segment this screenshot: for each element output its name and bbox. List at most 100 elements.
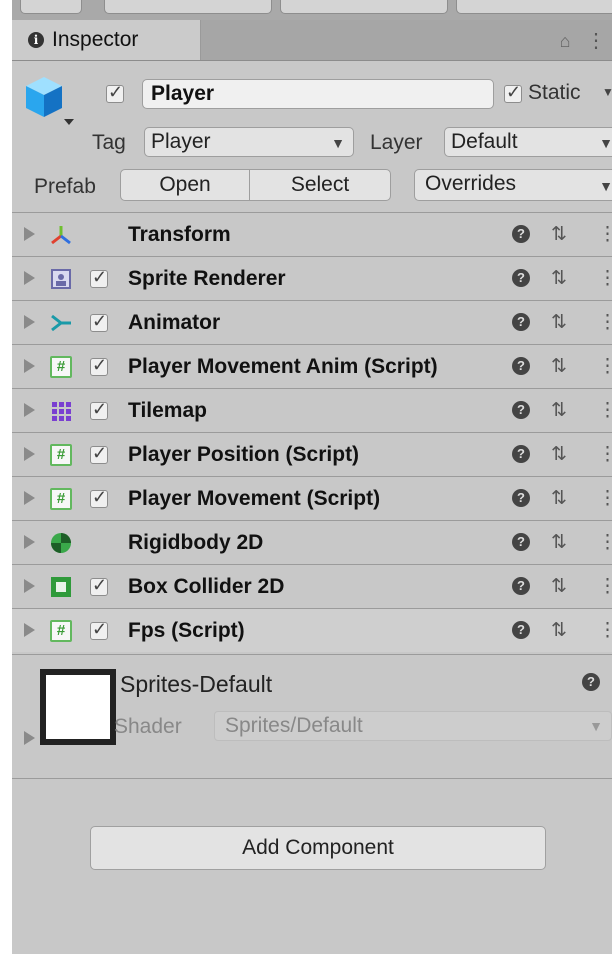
- transform-icon: [51, 226, 71, 245]
- help-icon[interactable]: ?: [512, 225, 530, 243]
- help-icon[interactable]: ?: [512, 621, 530, 639]
- layer-dropdown[interactable]: Default ▼: [444, 127, 612, 157]
- tab-controls: ⌂ ⋮: [560, 28, 606, 53]
- preset-icon[interactable]: ⇅: [551, 531, 567, 554]
- component-menu-icon[interactable]: ⋮: [598, 575, 612, 598]
- component-row-player-movement-anim[interactable]: # Player Movement Anim (Script) ? ⇅ ⋮: [12, 344, 612, 388]
- prefab-open-button[interactable]: Open: [120, 169, 250, 201]
- component-name: Animator: [128, 311, 221, 334]
- expand-arrow-icon[interactable]: [24, 623, 35, 637]
- component-menu-icon[interactable]: ⋮: [598, 223, 612, 246]
- component-menu-icon[interactable]: ⋮: [598, 267, 612, 290]
- preset-icon[interactable]: ⇅: [551, 619, 567, 642]
- preset-icon[interactable]: ⇅: [551, 399, 567, 422]
- enabled-checkbox[interactable]: [90, 575, 108, 596]
- component-menu-icon[interactable]: ⋮: [598, 355, 612, 378]
- material-name: Sprites-Default: [120, 671, 273, 697]
- add-component-button[interactable]: Add Component: [90, 826, 546, 870]
- enabled-checkbox[interactable]: [90, 355, 108, 376]
- help-icon[interactable]: ?: [512, 269, 530, 287]
- help-icon[interactable]: ?: [512, 489, 530, 507]
- prefab-label: Prefab: [34, 175, 96, 198]
- expand-arrow-icon[interactable]: [24, 271, 35, 285]
- info-icon: i: [28, 32, 44, 48]
- enabled-checkbox[interactable]: [90, 267, 108, 288]
- animator-icon: [51, 314, 71, 332]
- component-row-animator[interactable]: Animator ? ⇅ ⋮: [12, 300, 612, 344]
- expand-arrow-icon[interactable]: [24, 227, 35, 241]
- expand-arrow-icon[interactable]: [24, 731, 35, 745]
- component-row-fps[interactable]: # Fps (Script) ? ⇅ ⋮: [12, 608, 612, 652]
- component-menu-icon[interactable]: ⋮: [598, 619, 612, 642]
- enabled-checkbox[interactable]: [90, 443, 108, 464]
- component-row-player-movement[interactable]: # Player Movement (Script) ? ⇅ ⋮: [12, 476, 612, 520]
- help-icon[interactable]: ?: [512, 313, 530, 331]
- gameobject-header: Player Static ▼ Tag Player ▼ Layer Defau…: [12, 61, 612, 211]
- enabled-checkbox[interactable]: [90, 399, 108, 420]
- active-checkbox[interactable]: [106, 82, 124, 103]
- preset-icon[interactable]: ⇅: [551, 223, 567, 246]
- help-icon[interactable]: ?: [512, 401, 530, 419]
- static-checkbox[interactable]: [504, 82, 522, 103]
- component-row-box-collider-2d[interactable]: Box Collider 2D ? ⇅ ⋮: [12, 564, 612, 608]
- component-row-player-position[interactable]: # Player Position (Script) ? ⇅ ⋮: [12, 432, 612, 476]
- toolbar-button[interactable]: [104, 0, 272, 14]
- static-label[interactable]: Static: [528, 81, 581, 105]
- component-row-sprite-renderer[interactable]: Sprite Renderer ? ⇅ ⋮: [12, 256, 612, 300]
- toolbar-button[interactable]: [456, 0, 612, 14]
- gameobject-name-field[interactable]: Player: [142, 79, 494, 109]
- expand-arrow-icon[interactable]: [24, 579, 35, 593]
- help-icon[interactable]: ?: [582, 673, 600, 691]
- enabled-checkbox[interactable]: [90, 311, 108, 332]
- static-dropdown-icon[interactable]: ▼: [602, 85, 612, 99]
- preset-icon[interactable]: ⇅: [551, 267, 567, 290]
- enabled-checkbox[interactable]: [90, 619, 108, 640]
- component-row-tilemap[interactable]: Tilemap ? ⇅ ⋮: [12, 388, 612, 432]
- toolbar-button[interactable]: [20, 0, 82, 14]
- help-icon[interactable]: ?: [512, 357, 530, 375]
- shader-value: Sprites/Default: [225, 714, 363, 737]
- script-icon: #: [50, 488, 72, 510]
- component-menu-icon[interactable]: ⋮: [598, 487, 612, 510]
- preset-icon[interactable]: ⇅: [551, 575, 567, 598]
- component-row-transform[interactable]: Transform ? ⇅ ⋮: [12, 212, 612, 256]
- help-icon[interactable]: ?: [512, 577, 530, 595]
- chevron-down-icon: ▼: [599, 178, 612, 194]
- component-menu-icon[interactable]: ⋮: [598, 311, 612, 334]
- gameobject-cube-icon: [26, 77, 74, 125]
- toolbar-button[interactable]: [280, 0, 448, 14]
- component-list: Transform ? ⇅ ⋮ Sprite Renderer ? ⇅ ⋮: [12, 212, 612, 652]
- help-icon[interactable]: ?: [512, 445, 530, 463]
- component-name: Tilemap: [128, 399, 207, 422]
- expand-arrow-icon[interactable]: [24, 491, 35, 505]
- prefab-select-button[interactable]: Select: [249, 169, 391, 201]
- component-menu-icon[interactable]: ⋮: [598, 443, 612, 466]
- script-icon: #: [50, 620, 72, 642]
- component-menu-icon[interactable]: ⋮: [598, 399, 612, 422]
- boxcollider2d-icon: [51, 577, 71, 597]
- tab-menu-icon[interactable]: ⋮: [586, 30, 606, 52]
- expand-arrow-icon[interactable]: [24, 315, 35, 329]
- shader-label: Shader: [114, 715, 182, 738]
- component-menu-icon[interactable]: ⋮: [598, 531, 612, 554]
- preset-icon[interactable]: ⇅: [551, 487, 567, 510]
- shader-dropdown[interactable]: Sprites/Default ▼: [214, 711, 612, 741]
- help-icon[interactable]: ?: [512, 533, 530, 551]
- preset-icon[interactable]: ⇅: [551, 311, 567, 334]
- component-row-rigidbody-2d[interactable]: Rigidbody 2D ? ⇅ ⋮: [12, 520, 612, 564]
- enabled-checkbox[interactable]: [90, 487, 108, 508]
- material-preview[interactable]: [40, 669, 116, 745]
- tab-label: Inspector: [52, 28, 139, 51]
- inspector-panel: i Inspector ⌂ ⋮ Player Static ▼ Tag Play…: [12, 0, 612, 954]
- expand-arrow-icon[interactable]: [24, 403, 35, 417]
- prefab-overrides-dropdown[interactable]: Overrides ▼: [414, 169, 612, 201]
- expand-arrow-icon[interactable]: [24, 535, 35, 549]
- expand-arrow-icon[interactable]: [24, 359, 35, 373]
- preset-icon[interactable]: ⇅: [551, 355, 567, 378]
- preset-icon[interactable]: ⇅: [551, 443, 567, 466]
- tag-dropdown[interactable]: Player ▼: [144, 127, 354, 157]
- expand-arrow-icon[interactable]: [24, 447, 35, 461]
- tab-inspector[interactable]: i Inspector: [12, 20, 201, 60]
- lock-icon[interactable]: ⌂: [560, 31, 571, 51]
- overrides-label: Overrides: [425, 172, 517, 195]
